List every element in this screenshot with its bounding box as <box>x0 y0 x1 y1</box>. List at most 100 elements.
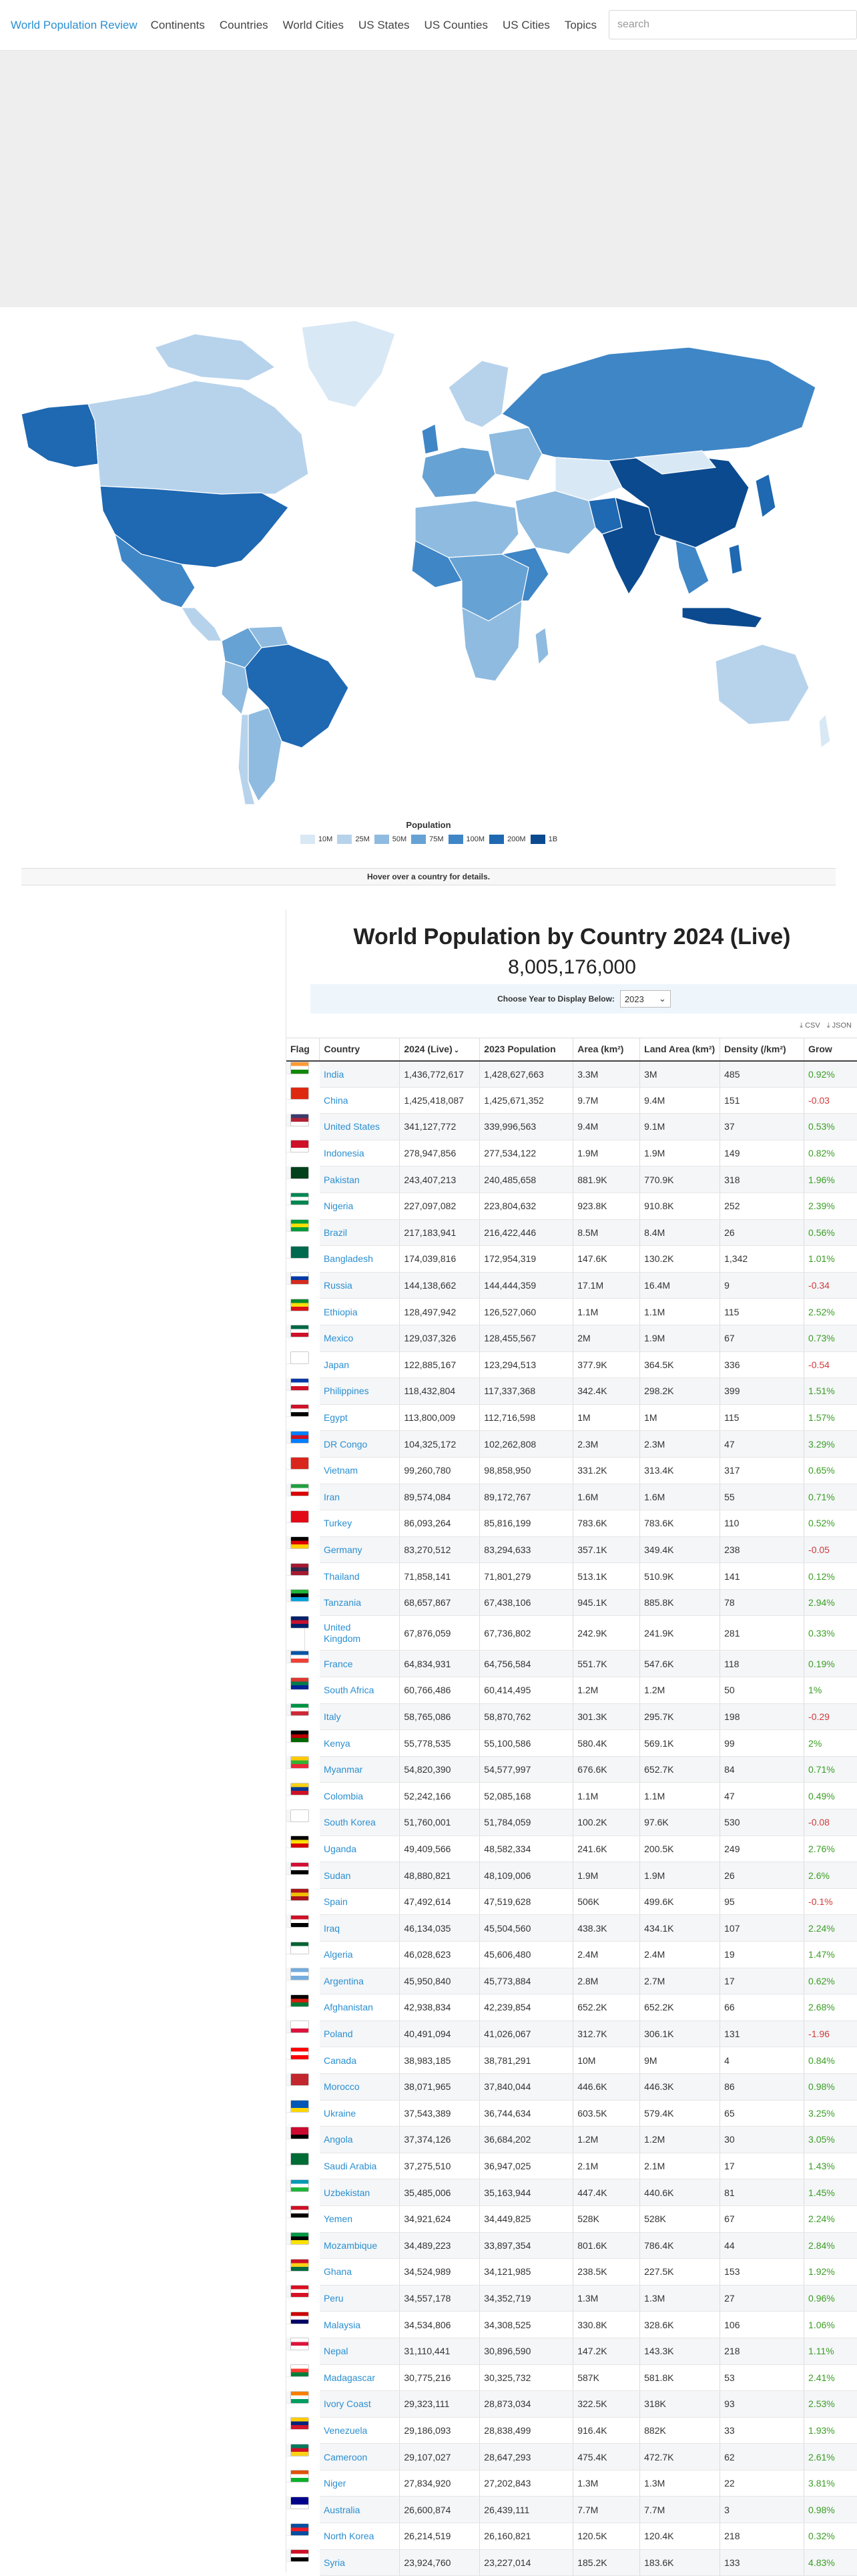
table-row[interactable]: Madagascar 30,775,216 30,325,732 587K 581.8K… <box>286 2364 857 2392</box>
table-row[interactable]: Kenya 55,778,535 55,100,586 580.4K 569.1K 99 2… <box>286 1729 857 1757</box>
table-row[interactable]: United Kingdom 67,876,059 67,736,802 242.9K… <box>286 1615 857 1651</box>
country-link[interactable]: Mexico <box>324 1333 353 1343</box>
table-row[interactable]: Bangladesh 174,039,816 172,954,319 147.6K 13… <box>286 1245 857 1273</box>
country-link[interactable]: Syria <box>324 2557 345 2568</box>
country-link[interactable]: Iran <box>324 1492 340 1502</box>
country-link[interactable]: Ghana <box>324 2266 352 2277</box>
table-row[interactable]: Brazil 217,183,941 216,422,446 8.5M 8.4M 26 0.… <box>286 1219 857 1247</box>
country-link[interactable]: South Africa <box>324 1685 374 1695</box>
country-link[interactable]: Mozambique <box>324 2240 377 2251</box>
country-link[interactable]: Turkey <box>324 1518 352 1528</box>
country-link[interactable]: Spain <box>324 1896 348 1907</box>
table-row[interactable]: Ghana 34,524,989 34,121,985 238.5K 227.5K 153… <box>286 2258 857 2286</box>
country-link[interactable]: Yemen <box>324 2213 352 2224</box>
country-link[interactable]: Colombia <box>324 1791 363 1801</box>
table-row[interactable]: South Africa 60,766,486 60,414,495 1.2M 1.2M… <box>286 1677 857 1704</box>
table-row[interactable]: Russia 144,138,662 144,444,359 17.1M 16.4M 9-… <box>286 1272 857 1299</box>
country-link[interactable]: France <box>324 1659 353 1669</box>
table-row[interactable]: Saudi Arabia 37,275,510 36,947,025 2.1M 2.1M… <box>286 2153 857 2180</box>
nav-link-us-counties[interactable]: US Counties <box>424 19 488 32</box>
table-row[interactable]: Ivory Coast 29,323,111 28,873,034 322.5K 318… <box>286 2390 857 2418</box>
country-link[interactable]: Ethiopia <box>324 1307 358 1317</box>
table-row[interactable]: Mozambique 34,489,223 33,897,354 801.6K 786.… <box>286 2232 857 2260</box>
country-link[interactable]: India <box>324 1069 344 1080</box>
nav-link-us-states[interactable]: US States <box>358 19 410 32</box>
table-row[interactable]: North Korea 26,214,519 26,160,821 120.5K 120… <box>286 2523 857 2550</box>
country-link[interactable]: Egypt <box>324 1412 348 1423</box>
country-link[interactable]: Vietnam <box>324 1465 358 1476</box>
country-link[interactable]: Saudi Arabia <box>324 2161 376 2171</box>
country-link[interactable]: Ivory Coast <box>324 2398 371 2409</box>
table-row[interactable]: Ethiopia 128,497,942 126,527,060 1.1M 1.1M 11… <box>286 1298 857 1325</box>
table-row[interactable]: Angola 37,374,126 36,684,202 1.2M 1.2M 30 3.05… <box>286 2126 857 2153</box>
world-map[interactable] <box>21 314 836 808</box>
country-link[interactable]: Poland <box>324 2028 353 2039</box>
table-row[interactable]: China 1,425,418,087 1,425,671,352 9.7M 9.4M 1… <box>286 1087 857 1114</box>
table-row[interactable]: Ukraine 37,543,389 36,744,634 603.5K 579.4K 6… <box>286 2100 857 2127</box>
country-link[interactable]: Thailand <box>324 1571 360 1582</box>
country-link[interactable]: Bangladesh <box>324 1253 373 1264</box>
header-density[interactable]: Density (/km²) <box>720 1038 805 1062</box>
country-link[interactable]: Nigeria <box>324 1201 353 1211</box>
header-area[interactable]: Area (km²) <box>573 1038 641 1062</box>
country-link[interactable]: Ukraine <box>324 2108 356 2119</box>
json-export-button[interactable]: ⤓ JSON <box>827 1022 852 1030</box>
country-link[interactable]: Germany <box>324 1544 362 1555</box>
header-growth[interactable]: Grow <box>804 1038 857 1062</box>
table-row[interactable]: Uganda 49,409,566 48,582,334 241.6K 200.5K 24… <box>286 1836 857 1863</box>
nav-link-continents[interactable]: Continents <box>151 19 205 32</box>
table-row[interactable]: United States 341,127,772 339,996,563 9.4M 9… <box>286 1113 857 1140</box>
table-row[interactable]: Myanmar 54,820,390 54,577,997 676.6K 652.7K 8… <box>286 1756 857 1783</box>
country-link[interactable]: Angola <box>324 2134 353 2145</box>
table-row[interactable]: Vietnam 99,260,780 98,858,950 331.2K 313.4K 3… <box>286 1457 857 1484</box>
table-row[interactable]: Japan 122,885,167 123,294,513 377.9K 364.5K 3… <box>286 1351 857 1379</box>
table-row[interactable]: Peru 34,557,178 34,352,719 1.3M 1.3M 27 0.96% <box>286 2285 857 2312</box>
country-link[interactable]: Niger <box>324 2478 346 2489</box>
country-link[interactable]: Cameroon <box>324 2452 367 2462</box>
country-link[interactable]: Kenya <box>324 1738 350 1749</box>
table-row[interactable]: Egypt 113,800,009 112,716,598 1M 1M 115 1.57% <box>286 1404 857 1432</box>
country-link[interactable]: Malaysia <box>324 2320 360 2330</box>
table-row[interactable]: South Korea 51,760,001 51,784,059 100.2K 97.… <box>286 1809 857 1836</box>
nav-link-countries[interactable]: Countries <box>220 19 268 32</box>
country-link[interactable]: Italy <box>324 1711 341 1722</box>
table-row[interactable]: Yemen 34,921,624 34,449,825 528K 528K 67 2.24% <box>286 2205 857 2233</box>
country-link[interactable]: Uzbekistan <box>324 2187 370 2198</box>
brand-link[interactable]: World Population Review <box>11 19 137 32</box>
table-row[interactable]: Spain 47,492,614 47,519,628 506K 499.6K 95 -0.… <box>286 1888 857 1916</box>
csv-export-button[interactable]: ⤓ CSV <box>800 1022 820 1030</box>
country-link[interactable]: South Korea <box>324 1817 376 1828</box>
country-link[interactable]: Afghanistan <box>324 2002 373 2012</box>
country-link[interactable]: United Kingdom <box>324 1622 384 1645</box>
year-select[interactable]: 2023 ⌄ <box>619 990 671 1008</box>
header-2024-live[interactable]: 2024 (Live) ⌄ <box>399 1038 481 1062</box>
table-row[interactable]: Morocco 38,071,965 37,840,044 446.6K 446.3K 8… <box>286 2073 857 2101</box>
country-link[interactable]: DR Congo <box>324 1439 367 1450</box>
country-link[interactable]: Indonesia <box>324 1148 364 1158</box>
header-land-area[interactable]: Land Area (km²) <box>639 1038 721 1062</box>
country-link[interactable]: Pakistan <box>324 1174 360 1185</box>
country-link[interactable]: Algeria <box>324 1949 353 1960</box>
table-row[interactable]: Philippines 118,432,804 117,337,368 342.4K 2… <box>286 1377 857 1405</box>
table-row[interactable]: Pakistan 243,407,213 240,485,658 881.9K 770.… <box>286 1166 857 1193</box>
table-row[interactable]: Algeria 46,028,623 45,606,480 2.4M 2.4M 19 1.4… <box>286 1941 857 1968</box>
table-row[interactable]: Australia 26,600,874 26,439,111 7.7M 7.7M 3 0.… <box>286 2496 857 2524</box>
country-link[interactable]: Tanzania <box>324 1597 361 1608</box>
table-row[interactable]: Afghanistan 42,938,834 42,239,854 652.2K 652… <box>286 1994 857 2021</box>
table-row[interactable]: Nigeria 227,097,082 223,804,632 923.8K 910.8… <box>286 1193 857 1220</box>
country-link[interactable]: North Korea <box>324 2531 374 2541</box>
nav-link-topics[interactable]: Topics <box>565 19 597 32</box>
table-row[interactable]: Thailand 71,858,141 71,801,279 513.1K 510.9K… <box>286 1562 857 1590</box>
table-row[interactable]: Iraq 46,134,035 45,504,560 438.3K 434.1K 107 2… <box>286 1914 857 1942</box>
table-row[interactable]: Malaysia 34,534,806 34,308,525 330.8K 328.6K… <box>286 2311 857 2338</box>
country-link[interactable]: Peru <box>324 2293 344 2304</box>
country-link[interactable]: Nepal <box>324 2346 348 2356</box>
table-row[interactable]: Indonesia 278,947,856 277,534,122 1.9M 1.9M 1… <box>286 1140 857 1167</box>
table-row[interactable]: Sudan 48,880,821 48,109,006 1.9M 1.9M 26 2.6% <box>286 1862 857 1889</box>
nav-link-world-cities[interactable]: World Cities <box>283 19 344 32</box>
table-row[interactable]: France 64,834,931 64,756,584 551.7K 547.6K 11… <box>286 1650 857 1678</box>
nav-link-us-cities[interactable]: US Cities <box>503 19 550 32</box>
country-link[interactable]: Argentina <box>324 1976 364 1986</box>
table-row[interactable]: Italy 58,765,086 58,870,762 301.3K 295.7K 198… <box>286 1703 857 1731</box>
table-row[interactable]: Niger 27,834,920 27,202,843 1.3M 1.3M 22 3.81% <box>286 2470 857 2497</box>
